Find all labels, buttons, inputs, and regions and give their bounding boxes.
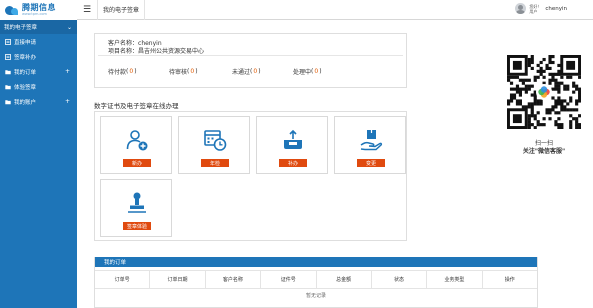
column-header: 订单号 xyxy=(95,271,151,288)
box-upload-icon xyxy=(281,128,305,152)
user-role: 用户 xyxy=(529,8,538,14)
service-card-annual-check[interactable]: 年检 xyxy=(178,116,250,174)
stat-label: 待付款 xyxy=(108,69,127,76)
calendar-clock-icon xyxy=(203,128,227,152)
qr-caption-follow: 关注"微信客服" xyxy=(522,148,566,155)
column-header: 业务类型 xyxy=(427,271,483,288)
sidebar-item-label: 我的订单 xyxy=(14,69,37,76)
service-card-change[interactable]: 变更 xyxy=(334,116,406,174)
account-info-panel: 客户名称：chenyin 项目名称：昌吉州公共资源交易中心 待付款(0) 待审核… xyxy=(94,33,407,88)
column-header: 订单日期 xyxy=(150,271,206,288)
sidebar-item-reissue[interactable]: 签章补办 xyxy=(0,49,77,64)
folder-icon xyxy=(5,99,11,105)
services-title: 数字证书及电子签章在线办理 xyxy=(94,102,179,110)
sidebar-item-my-orders[interactable]: 我的订单 + xyxy=(0,64,77,79)
sidebar-header-label: 我的电子签章 xyxy=(4,25,38,31)
brand-logo[interactable]: 腾期信息 www.tpm.com xyxy=(0,0,77,20)
breadcrumb-tab[interactable]: 我的电子签章 xyxy=(97,0,146,20)
top-bar: ☰ 我的电子签章 您好！ 用户 chenyin xyxy=(77,0,593,20)
sidebar: 腾期信息 www.tpm.com 我的电子签章 ⌄ 直接申请 签章补办 我的订单… xyxy=(0,0,77,308)
sidebar-item-label: 我的账户 xyxy=(14,99,37,106)
change-button[interactable]: 变更 xyxy=(357,159,385,167)
avatar xyxy=(515,3,527,14)
project-name-label: 项目名称： xyxy=(108,48,139,55)
service-card-new[interactable]: 新办 xyxy=(100,116,172,174)
sidebar-item-label: 体验签章 xyxy=(14,84,37,91)
hamburger-menu-icon[interactable]: ☰ xyxy=(77,0,97,20)
user-name: chenyin xyxy=(545,5,567,12)
folder-icon xyxy=(5,69,11,75)
services-panel: 新办 年检 补办 变更 签章体验 xyxy=(94,111,407,241)
user-menu[interactable]: 您好！ 用户 chenyin xyxy=(515,3,567,14)
stat-label: 未通过 xyxy=(232,69,251,76)
column-header: 证件号 xyxy=(261,271,317,288)
sidebar-item-trial-seal[interactable]: 体验签章 xyxy=(0,79,77,94)
sidebar-item-my-account[interactable]: 我的账户 + xyxy=(0,94,77,109)
service-card-trial-seal[interactable]: 签章体验 xyxy=(100,179,172,237)
orders-panel: 我的订单 订单号 订单日期 客户名称 证件号 总金额 状态 业务类型 操作 暂无… xyxy=(94,257,538,308)
sidebar-section-header[interactable]: 我的电子签章 ⌄ xyxy=(0,20,77,34)
service-card-reissue[interactable]: 补办 xyxy=(256,116,328,174)
column-header: 操作 xyxy=(504,277,515,283)
stat-value: 0 xyxy=(129,68,134,75)
plus-icon: + xyxy=(64,68,70,75)
folder-icon xyxy=(5,84,11,90)
logo-mark-icon xyxy=(5,5,20,16)
divider xyxy=(98,55,403,56)
reissue-button[interactable]: 补办 xyxy=(279,159,307,167)
orders-table-header: 订单号 订单日期 客户名称 证件号 总金额 状态 业务类型 操作 xyxy=(95,270,537,289)
orders-title: 我的订单 xyxy=(95,257,537,267)
plus-icon: + xyxy=(64,98,70,105)
brand-sub: www.tpm.com xyxy=(22,11,47,16)
stat-pending-review[interactable]: 待审核(0) xyxy=(169,67,198,76)
stat-processing[interactable]: 处理中(0) xyxy=(293,67,322,76)
sidebar-item-label: 签章补办 xyxy=(14,54,37,61)
project-name-line: 项目名称：昌吉州公共资源交易中心 xyxy=(108,46,204,55)
chevron-down-icon: ⌄ xyxy=(66,23,72,31)
stamp-icon xyxy=(125,191,149,215)
stat-value: 0 xyxy=(253,68,258,75)
box-hand-icon xyxy=(359,128,383,152)
orders-empty-message: 暂无记录 xyxy=(305,293,326,299)
column-header: 总金额 xyxy=(317,271,372,288)
document-icon xyxy=(5,54,11,60)
stat-label: 处理中 xyxy=(293,69,312,76)
wechat-qr-code xyxy=(507,55,582,130)
column-header: 客户名称 xyxy=(206,271,262,288)
user-add-icon xyxy=(125,128,149,152)
stat-value: 0 xyxy=(190,68,195,75)
new-button[interactable]: 新办 xyxy=(123,159,151,167)
project-name-value: 昌吉州公共资源交易中心 xyxy=(138,48,205,55)
trial-seal-button[interactable]: 签章体验 xyxy=(123,222,151,230)
document-icon xyxy=(5,39,11,45)
brand-name: 腾期信息 xyxy=(22,2,56,12)
stat-pending-payment[interactable]: 待付款(0) xyxy=(108,67,137,76)
stat-value: 0 xyxy=(314,68,319,75)
stat-rejected[interactable]: 未通过(0) xyxy=(232,67,261,76)
sidebar-item-label: 直接申请 xyxy=(14,39,37,46)
sidebar-item-direct-apply[interactable]: 直接申请 xyxy=(0,34,77,49)
annual-check-button[interactable]: 年检 xyxy=(201,159,229,167)
column-header: 状态 xyxy=(372,271,428,288)
stat-label: 待审核 xyxy=(169,69,188,76)
